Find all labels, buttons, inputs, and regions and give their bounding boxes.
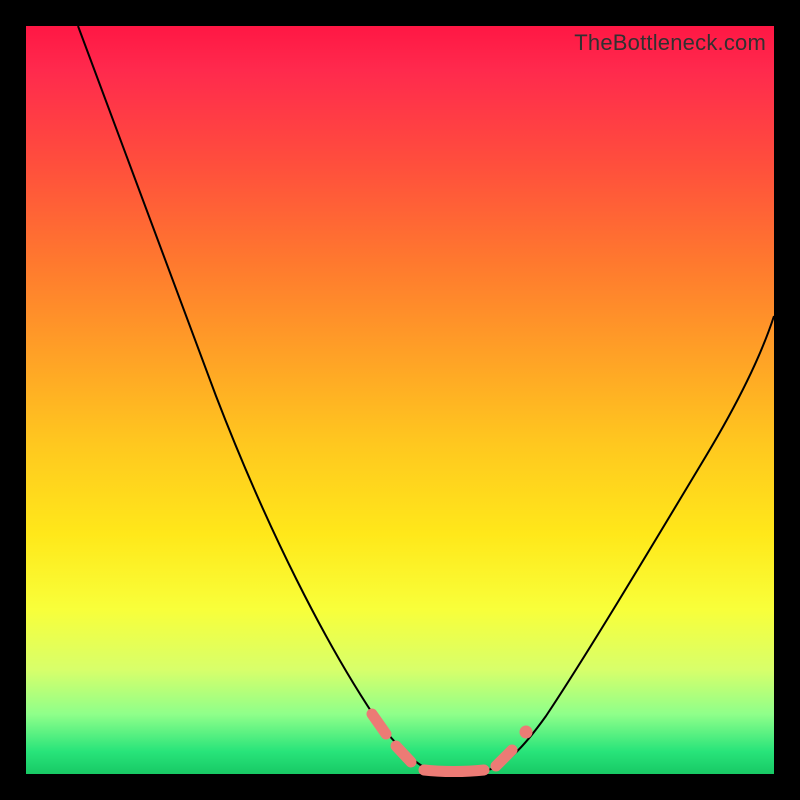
chart-plot-area: TheBottleneck.com	[26, 26, 774, 774]
salmon-dot-right	[520, 726, 533, 739]
salmon-segment-right	[496, 750, 512, 766]
salmon-segment-left-lower	[396, 746, 411, 762]
chart-frame: TheBottleneck.com	[0, 0, 800, 800]
salmon-segment-bottom	[424, 770, 484, 772]
salmon-segment-left-upper	[372, 714, 386, 734]
curve-right-branch	[488, 316, 774, 770]
curve-left-branch	[78, 26, 431, 770]
chart-curve-svg	[26, 26, 774, 774]
